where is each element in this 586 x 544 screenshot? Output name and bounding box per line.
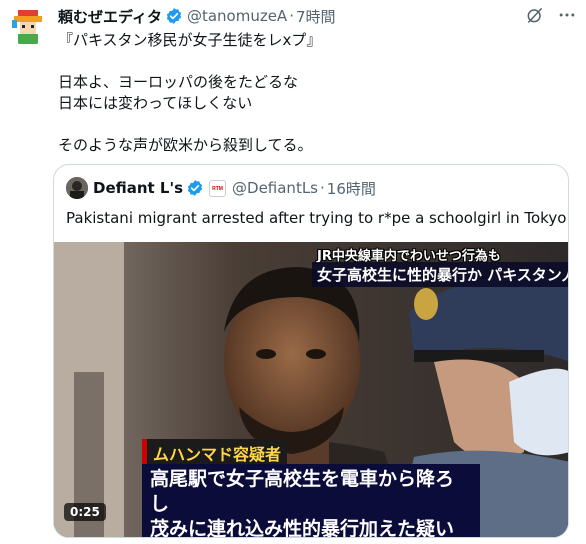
more-icon[interactable] — [556, 4, 578, 26]
tweet-header: 頼むぜエディタ @tanomuzeA · 7時間 — [58, 5, 336, 27]
quoted-tweet-text: Pakistani migrant arrested after trying … — [66, 209, 567, 227]
tweet-text: 『パキスタン移民が女子生徒をレxプ』 日本よ、ヨーロッパの後をたどるな 日本には… — [58, 30, 568, 156]
tweet-line: 『パキスタン移民が女子生徒をレxプ』 — [58, 31, 322, 49]
author-handle[interactable]: @tanomuzeA — [187, 7, 287, 25]
tweet-actions-top — [524, 4, 578, 26]
video-player[interactable]: JR中央線車内でわいせつ行為も 女子高校生に性的暴行か パキスタン人男逮捕 ムハ… — [54, 242, 568, 538]
video-caption-name: ムハンマド容疑者 — [142, 439, 288, 467]
quoted-tweet[interactable]: Defiant L's RTM @DefiantLs · 16時間 Pakist… — [53, 164, 569, 538]
quoted-tweet-header: Defiant L's RTM @DefiantLs · 16時間 — [66, 177, 376, 199]
tweet-line: そのような声が欧米から殺到してる。 — [58, 136, 313, 154]
quoted-author-handle[interactable]: @DefiantLs — [232, 179, 318, 197]
author-avatar[interactable] — [8, 6, 48, 46]
tweet-line — [58, 51, 568, 72]
separator-dot: · — [289, 7, 294, 25]
video-caption-main: 高尾駅で女子高校生を電車から降ろし 茂みに連れ込み性的暴行加えた疑い — [142, 464, 480, 538]
verified-badge-icon[interactable] — [165, 7, 183, 25]
affiliate-badge-icon[interactable]: RTM — [209, 179, 227, 197]
quoted-author-avatar[interactable] — [66, 177, 88, 199]
tweet-line: 日本には変わってほしくない — [58, 94, 253, 112]
tweet-line: 日本よ、ヨーロッパの後をたどるな — [58, 73, 299, 91]
avatar-image — [8, 6, 48, 46]
affiliate-badge-text: RTM — [212, 185, 223, 192]
video-caption-line: 高尾駅で女子高校生を電車から降ろし — [150, 468, 455, 515]
verified-badge-icon[interactable] — [186, 179, 204, 197]
video-caption-line: 茂みに連れ込み性的暴行加えた疑い — [150, 518, 455, 538]
tweet-line — [58, 114, 568, 135]
quoted-tweet-time[interactable]: 16時間 — [327, 178, 376, 199]
tweet-time[interactable]: 7時間 — [296, 6, 336, 27]
separator-dot: · — [320, 179, 325, 197]
grok-icon[interactable] — [524, 4, 546, 26]
quoted-author-name[interactable]: Defiant L's — [93, 179, 183, 197]
author-name[interactable]: 頼むぜエディタ — [58, 6, 162, 27]
video-caption-top-headline: 女子高校生に性的暴行か パキスタン人男逮捕 — [312, 262, 568, 287]
video-duration-badge: 0:25 — [64, 503, 106, 521]
